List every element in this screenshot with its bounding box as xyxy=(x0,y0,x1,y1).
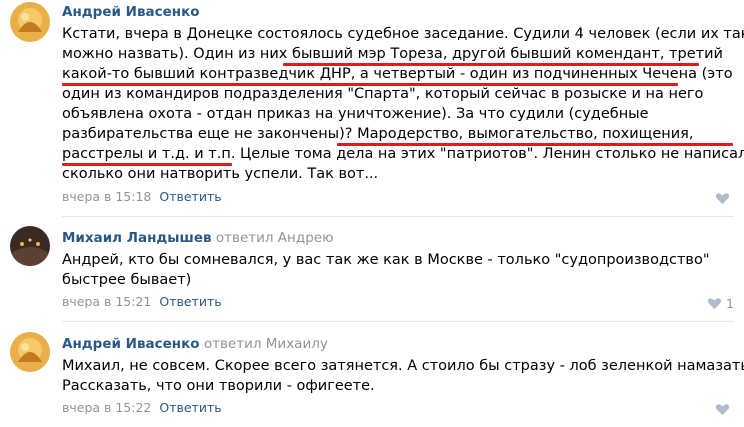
comment-line: сколько они натворить успели. Так вот... xyxy=(62,166,379,182)
comment-line: Рассказать, что они творили - офигеете. xyxy=(62,378,375,394)
comment-date[interactable]: вчера в 15:21 xyxy=(62,294,151,309)
avatar[interactable] xyxy=(10,2,50,42)
avatar[interactable] xyxy=(10,332,50,372)
comment-line: можно назвать). Один из них бывший мэр Т… xyxy=(62,46,723,62)
reply-to-label[interactable]: ответил Михаилу xyxy=(204,336,328,352)
highlight-underline xyxy=(283,63,699,66)
comment-divider xyxy=(62,321,734,322)
author-name[interactable]: Андрей Ивасенко xyxy=(62,336,200,352)
reply-to-label[interactable]: ответил Андрею xyxy=(216,230,334,246)
comment-text: Кстати, вчера в Донецке состоялось судеб… xyxy=(62,24,744,184)
highlight-underline xyxy=(62,163,232,166)
comment-line: Андрей, кто бы сомневался, у вас так же … xyxy=(62,252,710,268)
comment-date[interactable]: вчера в 15:22 xyxy=(62,400,151,415)
comment-text: Андрей, кто бы сомневался, у вас так же … xyxy=(62,250,727,290)
reply-button[interactable]: Ответить xyxy=(159,189,221,204)
like-button[interactable] xyxy=(715,403,734,416)
comment-line: расстрелы и т.д. и т.п. Целые тома дела … xyxy=(62,146,744,162)
like-button[interactable] xyxy=(715,192,734,205)
highlight-underline xyxy=(62,83,678,86)
comment-line: один из командиров подразделения "Спарта… xyxy=(62,86,704,102)
comment-divider xyxy=(62,216,734,217)
comment-text: Михаил, не совсем. Скорее всего затянетс… xyxy=(62,356,744,396)
comment-meta: вчера в 15:22 Ответить xyxy=(62,400,222,415)
avatar[interactable] xyxy=(10,226,50,266)
comment-line: какой-то бывший контразведчик ДНР, а чет… xyxy=(62,66,733,82)
like-button[interactable]: 1 xyxy=(707,296,734,311)
reply-button[interactable]: Ответить xyxy=(159,400,221,415)
like-count: 1 xyxy=(726,296,734,311)
reply-button[interactable]: Ответить xyxy=(159,294,221,309)
heart-icon xyxy=(715,404,730,416)
comment-meta: вчера в 15:21 Ответить xyxy=(62,294,222,309)
author-name[interactable]: Михаил Ландышев xyxy=(62,230,212,246)
comment-line: быстрее бывает) xyxy=(62,272,192,288)
comment-header: Михаил Ландышев ответил Андрею xyxy=(62,230,333,246)
comment-meta: вчера в 15:18 Ответить xyxy=(62,189,222,204)
author-name[interactable]: Андрей Ивасенко xyxy=(62,4,200,20)
heart-icon xyxy=(715,193,730,205)
comment-line: Кстати, вчера в Донецке состоялось судеб… xyxy=(62,26,744,42)
highlight-underline xyxy=(337,143,733,146)
comment-line: объявлена охота - отдан приказ на уничто… xyxy=(62,106,649,122)
heart-icon xyxy=(707,298,722,310)
comment-header: Андрей Ивасенко ответил Михаилу xyxy=(62,336,328,352)
comment-line: Михаил, не совсем. Скорее всего затянетс… xyxy=(62,358,744,374)
comment-date[interactable]: вчера в 15:18 xyxy=(62,189,151,204)
comment-line: разбирательства еще не закончены)? Марод… xyxy=(62,126,694,142)
comment-header: Андрей Ивасенко xyxy=(62,4,200,20)
